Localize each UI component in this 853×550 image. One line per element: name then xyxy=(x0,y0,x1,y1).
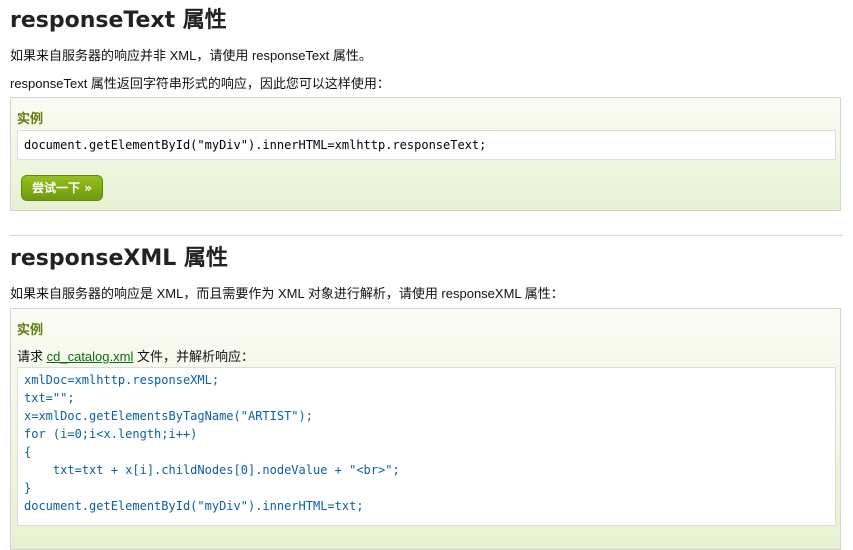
try-it-button[interactable]: 尝试一下 » xyxy=(21,175,103,201)
section-divider xyxy=(10,235,843,236)
code-line: { xyxy=(24,445,32,459)
code-line: document.getElementById("myDiv").innerHT… xyxy=(24,499,364,513)
code-line: xmlDoc=xmlhttp.responseXML; xyxy=(24,373,220,387)
code-line: txt=txt + x[i].childNodes[0].nodeValue +… xyxy=(24,463,400,477)
code-line: txt=""; xyxy=(24,391,75,405)
code-block: document.getElementById("myDiv").innerHT… xyxy=(17,130,836,160)
code-line: for (i=0;i<x.length;i++) xyxy=(24,427,198,441)
example-box-responsetext: 实例 document.getElementById("myDiv").inne… xyxy=(10,97,841,211)
cd-catalog-link[interactable]: cd_catalog.xml xyxy=(47,349,134,364)
responsetext-description: 如果来自服务器的响应并非 XML，请使用 responseText 属性。 xyxy=(10,48,372,63)
responsetext-usage-description: responseText 属性返回字符串形式的响应，因此您可以这样使用： xyxy=(10,76,390,91)
code-line: document.getElementById("myDiv").innerHT… xyxy=(24,138,487,152)
responsexml-description: 如果来自服务器的响应是 XML，而且需要作为 XML 对象进行解析，请使用 re… xyxy=(10,286,564,301)
example-box-responsexml: 实例 请求 cd_catalog.xml 文件，并解析响应： xmlDoc=xm… xyxy=(10,308,841,550)
request-suffix: 文件，并解析响应： xyxy=(133,349,254,364)
example-title: 实例 xyxy=(17,322,44,337)
request-prefix: 请求 xyxy=(17,349,47,364)
example-title: 实例 xyxy=(17,111,44,126)
request-description: 请求 cd_catalog.xml 文件，并解析响应： xyxy=(17,346,254,365)
code-line: } xyxy=(24,481,32,495)
code-line: x=xmlDoc.getElementsByTagName("ARTIST"); xyxy=(24,409,313,423)
section-title-responsetext: responseText 属性 xyxy=(10,8,227,33)
section-title-responsexml: responseXML 属性 xyxy=(10,246,228,271)
code-block: xmlDoc=xmlhttp.responseXML; txt=""; x=xm… xyxy=(17,367,836,526)
